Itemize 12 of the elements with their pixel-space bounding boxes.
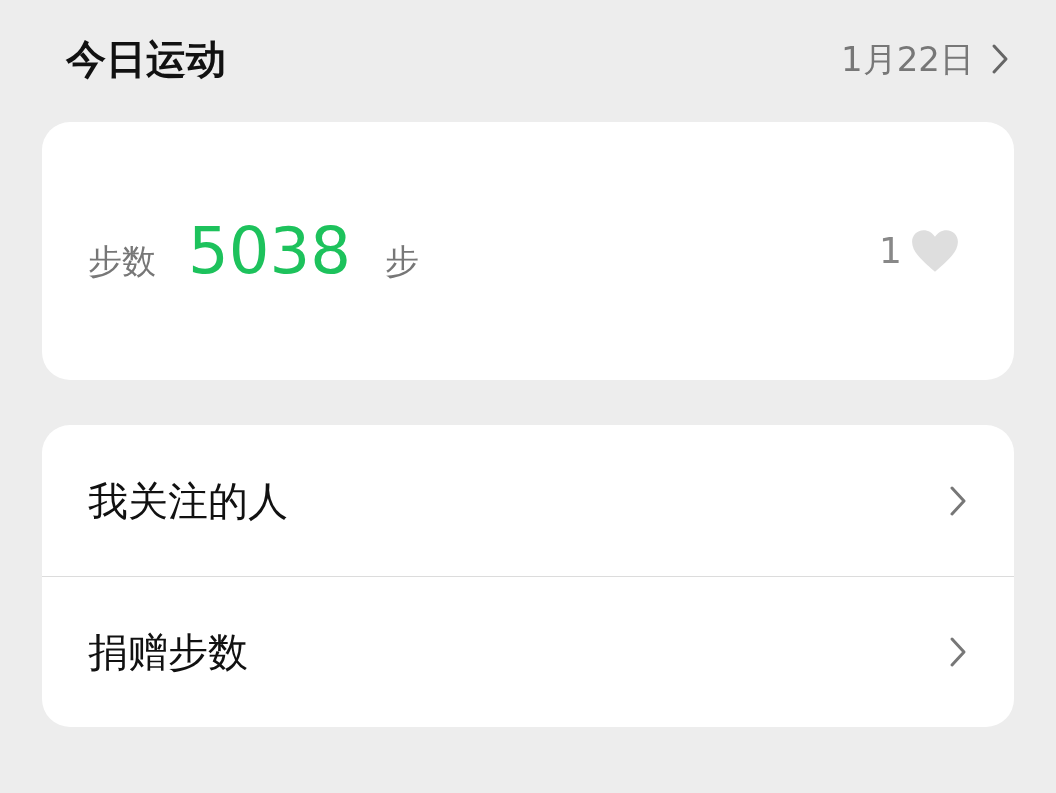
steps-unit: 步 xyxy=(384,240,419,283)
menu-item[interactable]: 捐赠步数 xyxy=(42,576,1014,727)
menu-item[interactable]: 我关注的人 xyxy=(42,425,1014,576)
steps-label: 步数 xyxy=(88,240,156,283)
chevron-right-icon xyxy=(948,636,968,668)
page-title: 今日运动 xyxy=(66,35,226,84)
chevron-right-icon xyxy=(948,484,968,517)
chevron-right-icon xyxy=(990,43,1010,75)
steps-count: 5038 xyxy=(188,213,351,290)
like-button[interactable]: 1 xyxy=(879,224,960,278)
heart-icon xyxy=(910,228,960,274)
date-button[interactable]: 1月22日 xyxy=(841,33,1010,85)
